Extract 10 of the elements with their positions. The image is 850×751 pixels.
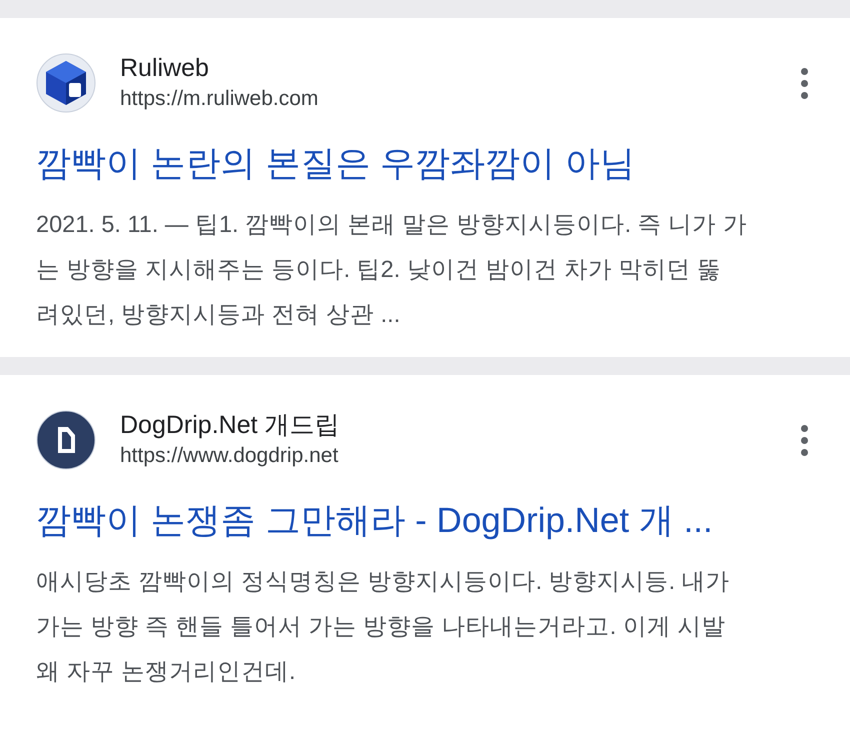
site-name: DogDrip.Net 개드립 (120, 410, 340, 441)
site-url: https://m.ruliweb.com (120, 86, 320, 112)
site-name: Ruliweb (120, 53, 210, 84)
result-snippet: 애시당초 깜빡이의 정식명칭은 방향지시등이다. 방향지시등. 내가 가는 방향 즉 핸들 틀어서 가는 방향을 나타내는거라고. 이게 시발 왜 자꾸 논쟁거리인건데. (36, 567, 731, 686)
cube-logo-icon (36, 53, 96, 113)
document-logo-icon (36, 410, 96, 470)
site-url: https://www.dogdrip.net (120, 443, 340, 469)
result-title-link[interactable]: 깜빡이 논쟁좀 그만해라 - DogDrip.Net 개 ... (36, 497, 713, 545)
result-snippet: 2021. 5. 11. — 팁1. 깜빡이의 본래 말은 방향지시등이다. 즉 니가 가 는 방향을 지시해주는 등이다. 팁2. 낮이건 밤이건 차가 막히던 뚫 려있던, 방향지시등과 전혀 상관 ... (36, 210, 748, 329)
result-title-link[interactable]: 깜빡이 논란의 본질은 우깜좌깜이 아님 (36, 140, 635, 188)
